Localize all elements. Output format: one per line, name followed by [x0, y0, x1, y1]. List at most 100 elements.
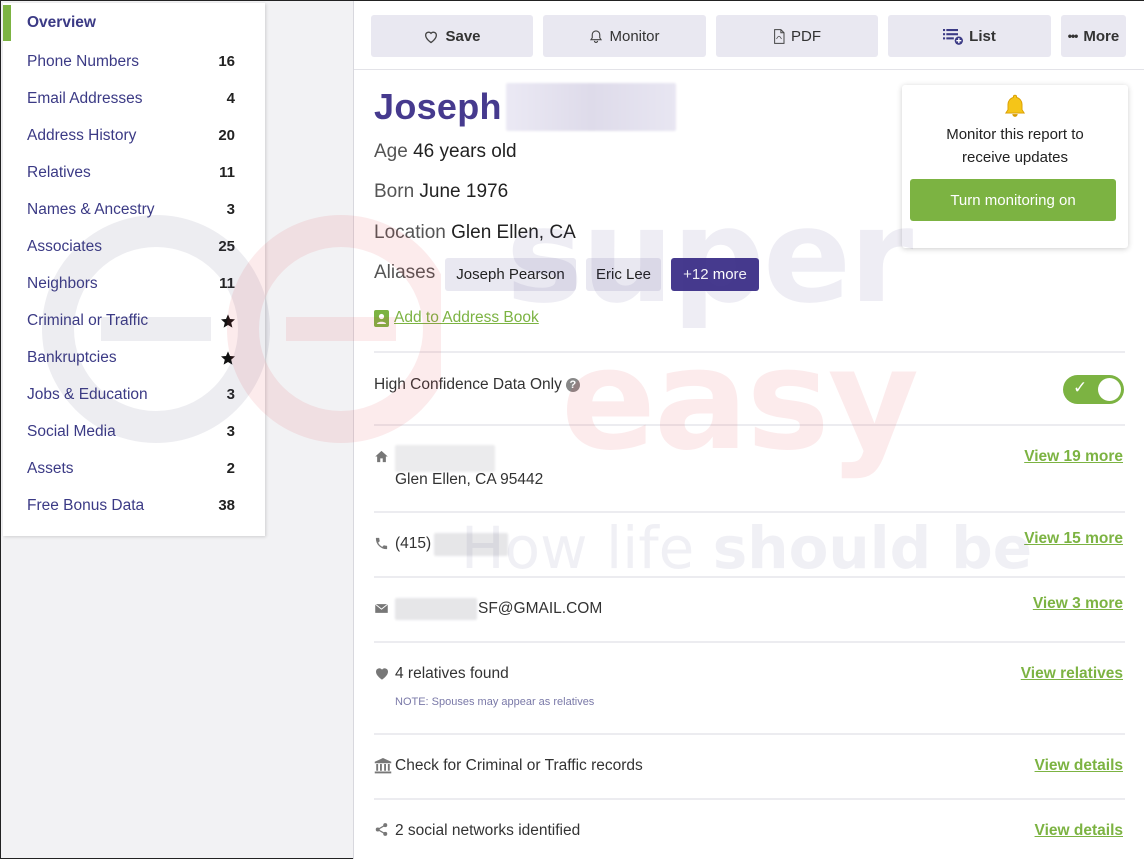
- toggle-knob: [1098, 378, 1121, 401]
- monitor-card: Monitor this report to receive updates T…: [902, 85, 1128, 248]
- divider: [374, 424, 1125, 426]
- location-line: Location Glen Ellen, CA: [374, 222, 576, 244]
- bell-icon: [590, 29, 603, 43]
- monitor-message: Monitor this report to receive updates: [902, 123, 1128, 169]
- sidebar-item-label: Relatives: [27, 163, 91, 181]
- sidebar-item-count: 25: [218, 238, 235, 255]
- monitor-message-line2: receive updates: [962, 149, 1068, 166]
- home-icon: [375, 450, 388, 463]
- toolbar: Save Monitor PDF List ••• More: [354, 1, 1144, 70]
- help-icon[interactable]: ?: [565, 378, 580, 392]
- sidebar-item-label: Address History: [27, 126, 137, 144]
- sidebar-item-label: Neighbors: [27, 274, 98, 292]
- redacted-street: [395, 445, 495, 472]
- sidebar-item-label: Jobs & Education: [27, 385, 148, 403]
- monitor-label: Monitor: [609, 27, 660, 45]
- redacted-phone: [434, 533, 508, 556]
- sidebar-item-label: Email Addresses: [27, 89, 143, 107]
- sidebar-item-phone-numbers[interactable]: Phone Numbers 16: [3, 43, 265, 80]
- heart-icon: [376, 668, 388, 680]
- sidebar-item-label: Criminal or Traffic: [27, 311, 149, 329]
- sidebar-item-jobs-education[interactable]: Jobs & Education 3: [3, 376, 265, 413]
- divider: [374, 576, 1125, 578]
- save-label: Save: [445, 27, 481, 45]
- sidebar-item-count: 11: [219, 275, 235, 292]
- sidebar-item-relatives[interactable]: Relatives 11: [3, 154, 265, 191]
- phone-icon: [375, 537, 388, 550]
- sidebar-item-count: 3: [226, 386, 235, 403]
- sidebar-item-assets[interactable]: Assets 2: [3, 450, 265, 487]
- sidebar-item-social-media[interactable]: Social Media 3: [3, 413, 265, 450]
- save-button[interactable]: Save: [371, 15, 533, 57]
- person-name: Joseph: [374, 83, 676, 131]
- sidebar-item-count: 3: [226, 201, 235, 218]
- monitor-button[interactable]: Monitor: [543, 15, 706, 57]
- divider: [374, 733, 1125, 735]
- heart-icon: [425, 31, 438, 43]
- sidebar-item-label: Names & Ancestry: [27, 200, 155, 218]
- add-to-address-book-link[interactable]: Add to Address Book: [374, 309, 539, 327]
- share-icon: [375, 823, 388, 836]
- sidebar-item-count: 4: [226, 90, 235, 107]
- age-value: 46 years old: [413, 141, 517, 162]
- bell-icon: [1004, 94, 1026, 117]
- sidebar-item-names-ancestry[interactable]: Names & Ancestry 3: [3, 191, 265, 228]
- email-text: SF@GMAIL.COM: [478, 600, 603, 617]
- address-book-icon: [374, 309, 389, 327]
- sidebar-item-count: 2: [226, 460, 235, 477]
- more-aliases-chip[interactable]: +12 more: [671, 258, 759, 291]
- add-to-address-book-label: Add to Address Book: [394, 309, 539, 326]
- sidebar-item-address-history[interactable]: Address History 20: [3, 117, 265, 154]
- sidebar-item-count: 38: [218, 497, 235, 514]
- alias-chip[interactable]: Eric Lee: [586, 258, 661, 291]
- address-text: Glen Ellen, CA 95442: [395, 471, 544, 488]
- sidebar-item-free-bonus-data[interactable]: Free Bonus Data 38: [3, 487, 265, 524]
- check-icon: ✓: [1073, 378, 1088, 397]
- sidebar-item-neighbors[interactable]: Neighbors 11: [3, 265, 265, 302]
- divider: [374, 798, 1125, 800]
- view-more-addresses-link[interactable]: View 19 more: [1024, 448, 1123, 466]
- turn-monitoring-on-button[interactable]: Turn monitoring on: [910, 179, 1116, 221]
- more-label: More: [1083, 27, 1120, 45]
- social-text: 2 social networks identified: [395, 822, 581, 839]
- sidebar-item-label: Overview: [27, 14, 96, 31]
- criminal-text: Check for Criminal or Traffic records: [395, 757, 643, 774]
- sidebar-item-criminal-traffic[interactable]: Criminal or Traffic: [3, 302, 265, 339]
- list-button[interactable]: List: [888, 15, 1051, 57]
- sidebar-item-count: 16: [218, 53, 235, 70]
- sidebar-item-email-addresses[interactable]: Email Addresses 4: [3, 80, 265, 117]
- sidebar-item-count: 11: [219, 164, 235, 181]
- sidebar-item-overview[interactable]: Overview: [3, 5, 265, 41]
- more-button[interactable]: ••• More: [1061, 15, 1126, 57]
- view-more-emails-link[interactable]: View 3 more: [1033, 595, 1123, 613]
- view-more-phones-link[interactable]: View 15 more: [1024, 530, 1123, 548]
- high-confidence-text: High Confidence Data Only: [374, 376, 562, 393]
- sidebar-item-associates[interactable]: Associates 25: [3, 228, 265, 265]
- sidebar: Overview Phone Numbers 16 Email Addresse…: [3, 3, 265, 536]
- courthouse-icon: [374, 758, 392, 774]
- divider: [374, 641, 1125, 643]
- report-main: Save Monitor PDF List ••• More Joseph Ag…: [353, 1, 1144, 859]
- sidebar-item-label: Associates: [27, 237, 102, 255]
- sidebar-item-count: 3: [226, 423, 235, 440]
- list-label: List: [969, 27, 996, 45]
- high-confidence-toggle[interactable]: ✓: [1063, 375, 1124, 404]
- divider: [374, 511, 1125, 513]
- pdf-label: PDF: [791, 27, 821, 45]
- location-value: Glen Ellen, CA: [451, 222, 576, 243]
- monitor-message-line1: Monitor this report to: [946, 126, 1084, 143]
- sidebar-item-bankruptcies[interactable]: Bankruptcies: [3, 339, 265, 376]
- view-criminal-details-link[interactable]: View details: [1035, 757, 1123, 775]
- phone-text: (415): [395, 535, 432, 552]
- age-line: Age 46 years old: [374, 141, 517, 163]
- sidebar-item-label: Free Bonus Data: [27, 496, 145, 514]
- born-label: Born: [374, 181, 415, 202]
- view-relatives-link[interactable]: View relatives: [1021, 665, 1123, 683]
- relatives-note: NOTE: Spouses may appear as relatives: [395, 696, 595, 708]
- pdf-button[interactable]: PDF: [716, 15, 878, 57]
- redacted-last-name: [505, 83, 676, 131]
- alias-chip[interactable]: Joseph Pearson: [445, 258, 576, 291]
- email-icon: [374, 603, 389, 613]
- view-social-details-link[interactable]: View details: [1035, 822, 1123, 840]
- born-line: Born June 1976: [374, 181, 508, 203]
